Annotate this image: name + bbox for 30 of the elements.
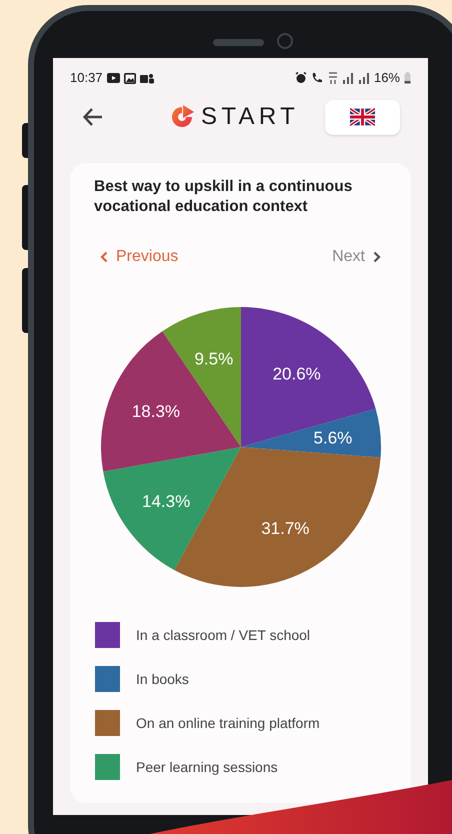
- slice-label: 14.3%: [142, 492, 190, 512]
- battery-icon: [404, 72, 411, 84]
- phone-camera: [277, 33, 293, 49]
- uk-flag-icon: [350, 108, 375, 126]
- alarm-icon: [294, 72, 307, 84]
- status-time: 10:37: [70, 69, 103, 88]
- phone-earpiece: [213, 39, 264, 46]
- slice-label: 31.7%: [260, 519, 309, 538]
- legend-label: In a classroom / VET school: [136, 626, 310, 644]
- signal-icon: [358, 72, 370, 84]
- slice-label: 20.6%: [272, 364, 320, 384]
- question-title: Best way to upskill in a continuous vocational education context: [94, 177, 354, 217]
- signal-icon: [342, 72, 354, 84]
- people-icon: [140, 72, 154, 84]
- language-button[interactable]: [325, 100, 400, 134]
- image-icon: [124, 72, 136, 84]
- previous-button[interactable]: Previous: [100, 245, 178, 269]
- slice-label: 18.3%: [131, 402, 180, 422]
- legend-label: In books: [136, 670, 189, 688]
- chevron-left-icon: [100, 251, 108, 263]
- legend-label: On an online training platform: [136, 714, 320, 733]
- slice-label: 5.6%: [313, 428, 352, 448]
- slice-label: 9.5%: [194, 350, 233, 369]
- video-icon: [106, 73, 120, 83]
- logo-text: START: [201, 102, 300, 132]
- phone-call-icon: [310, 72, 324, 84]
- battery-percent: 16%: [374, 69, 400, 88]
- legend-label: Peer learning sessions: [136, 758, 278, 777]
- chevron-right-icon: [373, 251, 381, 263]
- logo-icon: [169, 104, 195, 130]
